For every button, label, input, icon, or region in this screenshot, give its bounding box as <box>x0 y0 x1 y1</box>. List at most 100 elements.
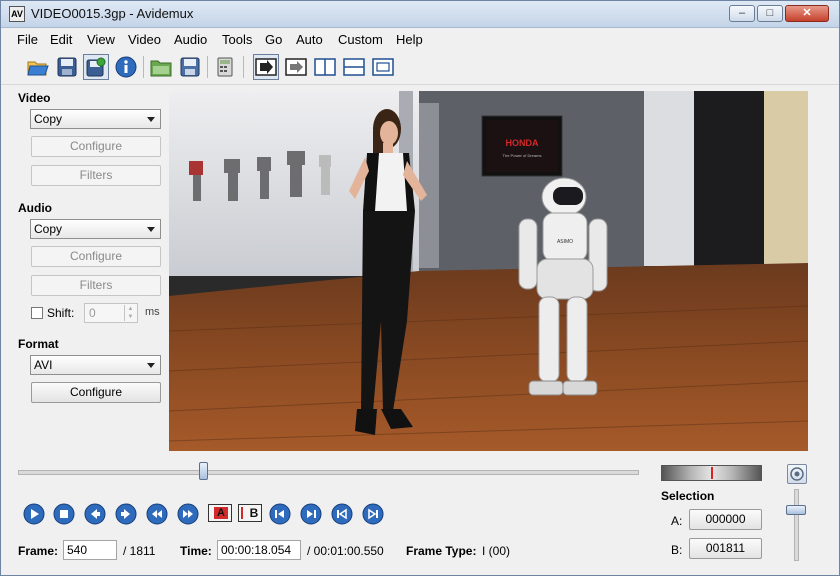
shift-unit-label: ms <box>145 306 160 318</box>
chevron-down-icon <box>147 227 155 232</box>
play-icon <box>23 503 45 525</box>
shift-checkbox[interactable] <box>31 307 43 319</box>
frame-label: Frame: <box>18 544 59 558</box>
menu-edit[interactable]: Edit <box>50 32 72 47</box>
app-icon[interactable]: AV <box>9 6 25 22</box>
frame-type-value: I (00) <box>482 544 511 558</box>
stop-icon <box>53 503 75 525</box>
preview-play-icon[interactable] <box>253 54 279 80</box>
menu-video[interactable]: Video <box>128 32 161 47</box>
tv-tagline-text: The Power of Dreams <box>503 153 542 158</box>
menu-custom[interactable]: Custom <box>338 32 383 47</box>
save-icon[interactable] <box>54 54 80 80</box>
tv-brand-text: HONDA <box>506 138 539 148</box>
marker-b-line <box>241 507 243 519</box>
audio-filters-button[interactable]: Filters <box>31 275 161 296</box>
shift-value: 0 <box>89 306 96 320</box>
timeline-track[interactable] <box>18 470 639 475</box>
menu-auto[interactable]: Auto <box>296 32 323 47</box>
frame-input[interactable]: 540 <box>63 540 117 560</box>
menu-file[interactable]: File <box>17 32 38 47</box>
prev-frame-icon <box>84 503 106 525</box>
goto-start-button[interactable] <box>269 503 291 525</box>
volume-slider-thumb[interactable] <box>786 505 806 515</box>
open-icon[interactable] <box>25 54 51 80</box>
shift-label: Shift: <box>47 306 75 320</box>
menu-help[interactable]: Help <box>396 32 423 47</box>
open-folder-icon[interactable] <box>148 54 174 80</box>
prev-keyframe-button[interactable] <box>331 503 353 525</box>
menu-bar: File Edit View Video Audio Tools Go Auto… <box>1 28 839 50</box>
chevron-down-icon <box>147 117 155 122</box>
next-frame-button[interactable] <box>115 503 137 525</box>
selection-label: Selection <box>661 489 715 503</box>
toolbar <box>1 50 839 85</box>
stop-button[interactable] <box>53 503 75 525</box>
audio-codec-value: Copy <box>34 222 63 236</box>
maximize-button[interactable]: □ <box>757 5 783 22</box>
set-marker-b-button[interactable]: B <box>238 504 262 522</box>
format-section-label: Format <box>18 337 59 351</box>
format-select[interactable]: AVI <box>30 355 161 375</box>
menu-go[interactable]: Go <box>265 32 282 47</box>
save-project-icon[interactable] <box>177 54 203 80</box>
toolbar-separator <box>143 56 144 78</box>
next-keyframe-icon <box>362 503 384 525</box>
audio-codec-select[interactable]: Copy <box>30 219 161 239</box>
info-icon[interactable] <box>113 54 139 80</box>
next-keyframe-button[interactable] <box>362 503 384 525</box>
video-frame-image: HONDA The Power of Dreams ASIMO <box>169 91 808 451</box>
stepper-up-icon[interactable]: ▲ <box>124 305 136 313</box>
prev-frame-button[interactable] <box>84 503 106 525</box>
horizontal-split-icon[interactable] <box>341 54 367 80</box>
video-section-label: Video <box>18 91 51 105</box>
menu-audio[interactable]: Audio <box>174 32 207 47</box>
avidemux-window: AV VIDEO0015.3gp - Avidemux – □ ✕ File E… <box>0 0 840 576</box>
rewind-icon <box>146 503 168 525</box>
chevron-down-icon <box>147 363 155 368</box>
shift-stepper[interactable]: 0 ▲ ▼ <box>84 303 138 323</box>
fast-forward-icon <box>177 503 199 525</box>
jog-shuttle[interactable] <box>661 465 762 481</box>
jog-marker <box>711 467 713 479</box>
fast-forward-button[interactable] <box>177 503 199 525</box>
rewind-button[interactable] <box>146 503 168 525</box>
speaker-icon <box>790 467 804 481</box>
save-as-icon[interactable] <box>83 54 109 80</box>
close-button[interactable]: ✕ <box>785 5 829 22</box>
timeline-slider-thumb[interactable] <box>199 462 208 480</box>
audio-section-label: Audio <box>18 201 52 215</box>
goto-start-icon <box>269 503 291 525</box>
minimize-button[interactable]: – <box>729 5 755 22</box>
play-button[interactable] <box>23 503 45 525</box>
menu-tools[interactable]: Tools <box>222 32 252 47</box>
time-total: / 00:01:00.550 <box>307 544 384 558</box>
menu-view[interactable]: View <box>87 32 115 47</box>
stepper-down-icon[interactable]: ▼ <box>124 313 136 321</box>
selection-a-label: A: <box>671 514 683 528</box>
next-frame-icon <box>115 503 137 525</box>
video-filters-button[interactable]: Filters <box>31 165 161 186</box>
toolbar-separator <box>243 56 244 78</box>
audio-configure-button[interactable]: Configure <box>31 246 161 267</box>
title-bar[interactable]: AV VIDEO0015.3gp - Avidemux – □ ✕ <box>1 1 839 28</box>
frame-type-label: Frame Type: <box>406 544 477 558</box>
video-preview[interactable]: HONDA The Power of Dreams ASIMO <box>169 91 808 451</box>
next-arrow-icon[interactable] <box>283 54 309 80</box>
volume-button[interactable] <box>787 464 807 484</box>
time-input[interactable]: 00:00:18.054 <box>217 540 301 560</box>
goto-end-icon <box>300 503 322 525</box>
selection-b-button[interactable]: 001811 <box>689 538 762 559</box>
video-configure-button[interactable]: Configure <box>31 136 161 157</box>
video-codec-value: Copy <box>34 112 63 126</box>
volume-slider-track[interactable] <box>794 489 799 561</box>
format-configure-button[interactable]: Configure <box>31 382 161 403</box>
calculator-icon[interactable] <box>212 54 238 80</box>
goto-end-button[interactable] <box>300 503 322 525</box>
video-codec-select[interactable]: Copy <box>30 109 161 129</box>
split-view-icon[interactable] <box>312 54 338 80</box>
single-view-icon[interactable] <box>370 54 396 80</box>
set-marker-a-button[interactable]: A <box>208 504 232 522</box>
selection-a-button[interactable]: 000000 <box>689 509 762 530</box>
time-label: Time: <box>180 544 212 558</box>
